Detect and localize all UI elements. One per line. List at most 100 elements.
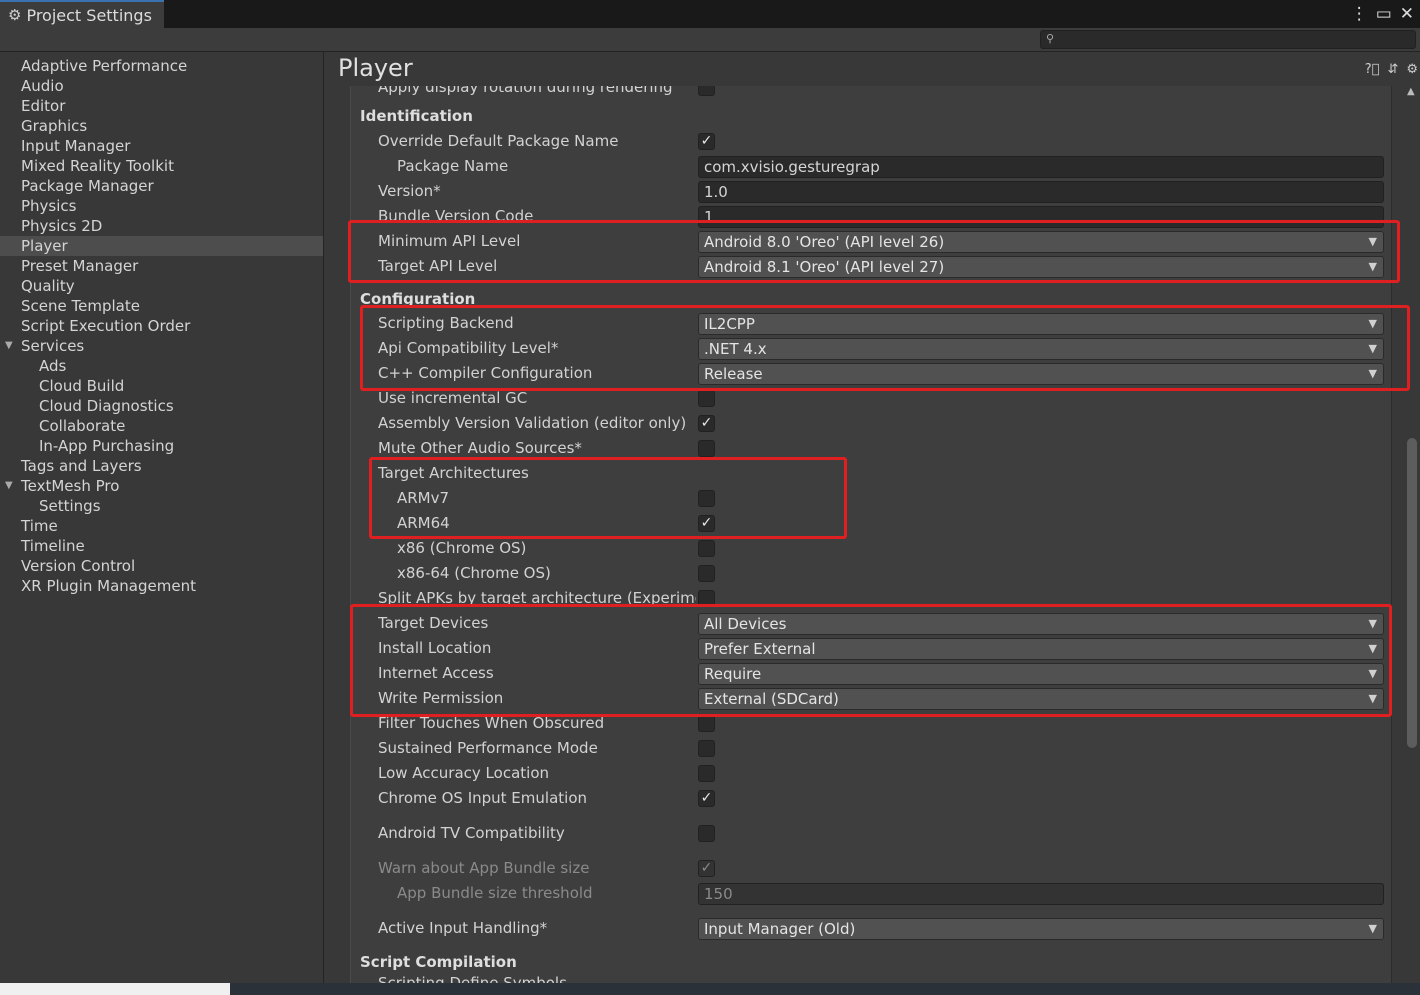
setting-android-tv-compatibility: Android TV Compatibility: [351, 822, 1391, 847]
sidebar-item-settings[interactable]: Settings: [0, 496, 323, 516]
sidebar-item-label: Tags and Layers: [21, 457, 142, 475]
sidebar-item-label: Quality: [21, 277, 75, 295]
sidebar-item-label: Graphics: [21, 117, 88, 135]
setting-chrome-os-input-emulation: Chrome OS Input Emulation ✓: [351, 787, 1391, 812]
kebab-menu-icon[interactable]: ⋮: [1351, 4, 1368, 24]
version-field[interactable]: 1.0: [698, 181, 1384, 203]
vertical-scrollbar[interactable]: ▲: [1405, 86, 1419, 995]
sidebar-item-mixed-reality-toolkit[interactable]: Mixed Reality Toolkit: [0, 156, 323, 176]
sidebar-item-label: Mixed Reality Toolkit: [21, 157, 174, 175]
preset-icon[interactable]: ⇵: [1387, 62, 1398, 77]
scroll-up-icon[interactable]: ▲: [1407, 86, 1415, 97]
tab-title: Project Settings: [26, 5, 152, 25]
search-icon: ⚲: [1046, 32, 1055, 45]
apply-display-rotation-during-rendering-checkbox[interactable]: [698, 86, 715, 96]
setting-label: Warn about App Bundle size: [378, 859, 590, 877]
sidebar-item-ads[interactable]: Ads: [0, 356, 323, 376]
setting-label: x86 (Chrome OS): [397, 539, 527, 557]
sidebar-item-textmesh-pro[interactable]: ▼ TextMesh Pro: [0, 476, 323, 496]
sidebar-item-physics-2d[interactable]: Physics 2D: [0, 216, 323, 236]
sidebar-item-in-app-purchasing[interactable]: In-App Purchasing: [0, 436, 323, 456]
sidebar-item-cloud-diagnostics[interactable]: Cloud Diagnostics: [0, 396, 323, 416]
search-row: ⚲: [0, 28, 1420, 52]
sidebar-item-editor[interactable]: Editor: [0, 96, 323, 116]
sidebar-item-physics[interactable]: Physics: [0, 196, 323, 216]
sidebar-item-time[interactable]: Time: [0, 516, 323, 536]
sidebar-item-adaptive-performance[interactable]: Adaptive Performance: [0, 56, 323, 76]
setting-label: Assembly Version Validation (editor only…: [378, 414, 687, 432]
setting-label: x86-64 (Chrome OS): [397, 564, 551, 582]
setting-label: Apply display rotation during rendering: [378, 86, 673, 96]
sidebar-item-services[interactable]: ▼ Services: [0, 336, 323, 356]
setting-label: Mute Other Audio Sources*: [378, 439, 582, 457]
x86-chrome-os-checkbox[interactable]: [698, 540, 715, 557]
player-settings-panel: Player ?⃝ ⇵ ⚙ Apply display rotation dur…: [325, 52, 1420, 995]
mute-other-audio-sources-checkbox[interactable]: [698, 440, 715, 457]
sidebar-item-label: Player: [21, 237, 68, 255]
close-icon[interactable]: ✕: [1400, 4, 1414, 24]
sidebar-item-script-execution-order[interactable]: Script Execution Order: [0, 316, 323, 336]
sidebar-item-label: Adaptive Performance: [21, 57, 188, 75]
sidebar-item-label: Scene Template: [21, 297, 140, 315]
sidebar-item-label: Package Manager: [21, 177, 154, 195]
settings-sidebar: Adaptive Performance Audio Editor Graphics I…: [0, 52, 324, 995]
x86-64-chrome-os-checkbox[interactable]: [698, 565, 715, 582]
low-accuracy-location-checkbox[interactable]: [698, 765, 715, 782]
setting-version: Version* 1.0: [351, 180, 1391, 205]
sidebar-item-scene-template[interactable]: Scene Template: [0, 296, 323, 316]
gear-icon: ⚙: [8, 6, 22, 24]
dropdown-value: Input Manager (Old): [704, 920, 856, 938]
sidebar-item-label: Script Execution Order: [21, 317, 191, 335]
sidebar-item-player[interactable]: Player: [0, 236, 323, 256]
sidebar-item-label: Physics: [21, 197, 77, 215]
taskbar: [230, 983, 1420, 995]
setting-label: Version*: [378, 182, 441, 200]
maximize-icon[interactable]: ▭: [1376, 4, 1392, 24]
sidebar-item-label: TextMesh Pro: [21, 477, 120, 495]
setting-label: Active Input Handling*: [378, 919, 548, 937]
sidebar-item-label: Preset Manager: [21, 257, 139, 275]
sidebar-item-collaborate[interactable]: Collaborate: [0, 416, 323, 436]
setting-label: Chrome OS Input Emulation: [378, 789, 587, 807]
sidebar-item-preset-manager[interactable]: Preset Manager: [0, 256, 323, 276]
filter-touches-when-obscured-checkbox[interactable]: [698, 715, 715, 732]
sidebar-item-timeline[interactable]: Timeline: [0, 536, 323, 556]
chrome-os-input-emulation-checkbox[interactable]: ✓: [698, 790, 715, 807]
package-name-field[interactable]: com.xvisio.gesturegrap: [698, 156, 1384, 178]
scrollbar-thumb[interactable]: [1407, 438, 1417, 748]
sidebar-item-version-control[interactable]: Version Control: [0, 556, 323, 576]
sidebar-item-tags-and-layers[interactable]: Tags and Layers: [0, 456, 323, 476]
sidebar-item-audio[interactable]: Audio: [0, 76, 323, 96]
sidebar-item-quality[interactable]: Quality: [0, 276, 323, 296]
help-icon[interactable]: ?⃝: [1365, 62, 1380, 77]
sidebar-item-graphics[interactable]: Graphics: [0, 116, 323, 136]
search-input[interactable]: ⚲: [1040, 30, 1416, 49]
setting-low-accuracy-location: Low Accuracy Location: [351, 762, 1391, 787]
foldout-arrow-icon[interactable]: ▼: [5, 336, 13, 356]
page-title: Player: [338, 54, 413, 82]
override-default-package-name-checkbox[interactable]: ✓: [698, 133, 715, 150]
foldout-arrow-icon[interactable]: ▼: [5, 476, 13, 496]
sidebar-item-package-manager[interactable]: Package Manager: [0, 176, 323, 196]
sidebar-item-input-manager[interactable]: Input Manager: [0, 136, 323, 156]
android-tv-compatibility-checkbox[interactable]: [698, 825, 715, 842]
sidebar-item-label: Services: [21, 337, 85, 355]
target-architectures-highlight: [369, 457, 847, 539]
sidebar-item-label: Timeline: [21, 537, 85, 555]
sidebar-item-xr-plugin-management[interactable]: XR Plugin Management: [0, 576, 323, 596]
setting-app-bundle-size-threshold: App Bundle size threshold 150: [351, 882, 1391, 907]
sidebar-item-cloud-build[interactable]: Cloud Build: [0, 376, 323, 396]
setting-x86-64-chrome-os: x86-64 (Chrome OS): [351, 562, 1391, 587]
sidebar-item-label: Input Manager: [21, 137, 131, 155]
section-header: Identification: [360, 107, 473, 125]
use-incremental-gc-checkbox[interactable]: [698, 390, 715, 407]
sidebar-item-label: Collaborate: [39, 417, 126, 435]
android-options-highlight: [350, 604, 1392, 717]
active-input-handling-dropdown[interactable]: Input Manager (Old) ▼: [698, 918, 1384, 940]
assembly-version-validation-editor-only-checkbox[interactable]: ✓: [698, 415, 715, 432]
sustained-performance-mode-checkbox[interactable]: [698, 740, 715, 757]
setting-label: App Bundle size threshold: [397, 884, 593, 902]
setting-assembly-version-validation-editor-only: Assembly Version Validation (editor only…: [351, 412, 1391, 437]
project-settings-tab[interactable]: ⚙ Project Settings: [0, 0, 164, 28]
gear-icon[interactable]: ⚙: [1406, 62, 1418, 77]
